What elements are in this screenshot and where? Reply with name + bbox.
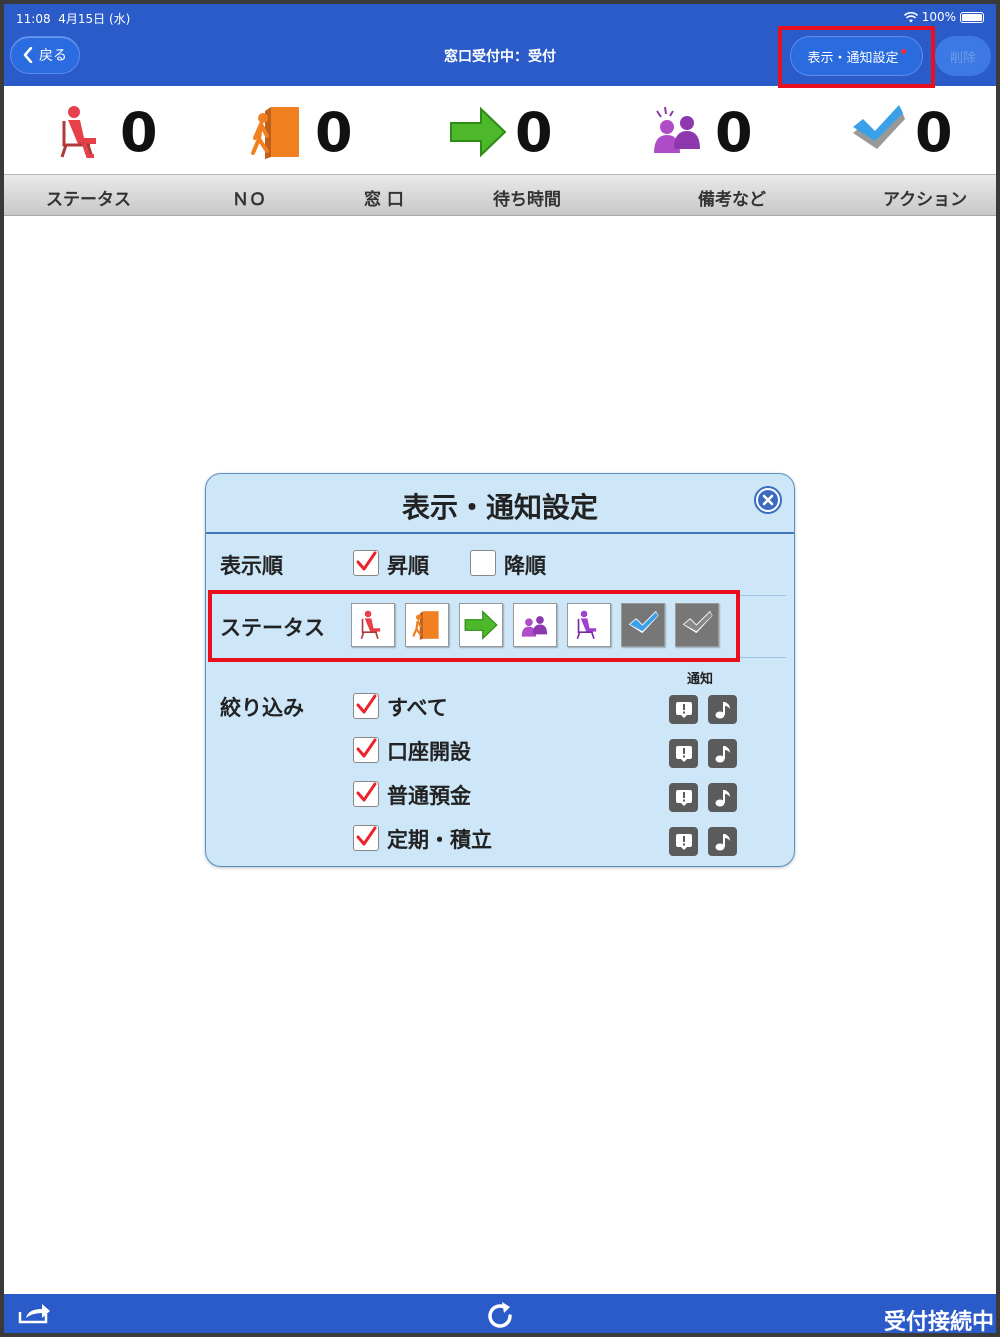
share-icon[interactable]	[18, 1302, 52, 1324]
exit-door-icon	[251, 107, 299, 159]
wifi-icon	[903, 11, 918, 22]
sound-notify-button[interactable]	[708, 783, 737, 812]
sound-notify-button[interactable]	[708, 695, 737, 724]
refresh-icon[interactable]	[482, 1298, 518, 1333]
column-status[interactable]: ステータス	[46, 185, 131, 210]
sort-order-label: 表示順	[220, 554, 283, 578]
counter-value: 0	[315, 100, 353, 164]
highlight-box-settings	[778, 26, 935, 88]
counter-waiting: 0	[54, 88, 158, 176]
exclamation-bubble-icon	[675, 701, 692, 718]
row-divider	[736, 595, 786, 596]
checkmark-icon	[356, 782, 377, 802]
filter-account-opening-checkbox[interactable]	[353, 737, 379, 763]
group-people-icon	[654, 106, 700, 153]
music-note-icon	[715, 745, 730, 762]
alert-notify-button[interactable]	[669, 695, 698, 724]
highlight-box-status	[208, 590, 740, 662]
sound-notify-button[interactable]	[708, 739, 737, 768]
column-number[interactable]: ＮＯ	[232, 185, 266, 210]
sort-descending-label: 降順	[504, 554, 546, 578]
sort-descending-checkbox[interactable]	[470, 550, 496, 576]
battery-icon	[960, 11, 984, 23]
music-note-icon	[715, 789, 730, 806]
music-note-icon	[715, 833, 730, 850]
checkmark-icon	[356, 738, 377, 758]
counter-value: 0	[915, 100, 953, 164]
app-screen: 11:08 4月15日 (水) 100% 戻る 窓口受付中：受付 表示・通知設定…	[4, 4, 996, 1333]
connection-status: 受付接続中	[883, 1310, 994, 1333]
alert-notify-button[interactable]	[669, 827, 698, 856]
counter-moved: 0	[449, 88, 553, 176]
counter-called: 0	[249, 88, 353, 176]
column-action[interactable]: アクション	[883, 185, 967, 210]
exclamation-bubble-icon	[675, 833, 692, 850]
sort-ascending-checkbox[interactable]	[353, 550, 379, 576]
filter-label: 絞り込み	[220, 696, 304, 720]
column-wait-time[interactable]: 待ち時間	[493, 185, 561, 210]
dialog-title: 表示・通知設定	[401, 491, 598, 524]
notification-column-label: 通知	[687, 672, 714, 687]
exclamation-bubble-icon	[675, 789, 692, 806]
alert-notify-button[interactable]	[669, 739, 698, 768]
filter-savings-label: 普通預金	[387, 784, 471, 808]
exclamation-bubble-icon	[675, 745, 692, 762]
close-icon	[758, 490, 778, 510]
filter-time-deposit-label: 定期・積立	[387, 828, 492, 852]
list-column-header: ステータス ＮＯ 窓 口 待ち時間 備考など アクション	[4, 174, 996, 216]
alert-notify-button[interactable]	[669, 783, 698, 812]
battery-percent: 100%	[921, 10, 956, 24]
status-bar-right: 100%	[903, 10, 984, 24]
music-note-icon	[715, 701, 730, 718]
close-button[interactable]	[754, 486, 782, 514]
counter-done: 0	[849, 88, 953, 176]
counter-group: 0	[649, 88, 753, 176]
column-notes[interactable]: 備考など	[698, 185, 766, 210]
checkmark-icon	[356, 826, 377, 846]
bottom-toolbar: 受付接続中	[4, 1294, 996, 1333]
display-notification-settings-dialog: 表示・通知設定 表示順 昇順 降順 ステータス 絞り込み 通知 すべて 口座開設…	[205, 473, 795, 867]
counter-value: 0	[515, 100, 553, 164]
status-bar-time: 11:08 4月15日 (水)	[16, 10, 130, 27]
filter-account-opening-label: 口座開設	[387, 740, 471, 764]
filter-time-deposit-checkbox[interactable]	[353, 825, 379, 851]
filter-savings-checkbox[interactable]	[353, 781, 379, 807]
column-window[interactable]: 窓 口	[364, 185, 404, 210]
delete-button-label: 削除	[949, 50, 976, 66]
checkmark-icon	[356, 694, 377, 714]
date-text: 4月15日 (水)	[58, 12, 131, 26]
counter-value: 0	[715, 100, 753, 164]
time-text: 11:08	[16, 12, 51, 26]
seated-person-icon	[60, 106, 96, 158]
sort-ascending-label: 昇順	[387, 554, 429, 578]
counter-value: 0	[120, 100, 158, 164]
row-divider	[736, 657, 786, 658]
checkmark-icon	[356, 551, 377, 571]
dialog-divider	[206, 532, 794, 534]
filter-all-checkbox[interactable]	[353, 693, 379, 719]
checkmark-icon	[853, 105, 905, 149]
filter-all-label: すべて	[387, 696, 448, 720]
green-arrow-icon	[450, 106, 507, 158]
delete-button[interactable]: 削除	[935, 36, 991, 76]
status-counters: 0 0 0 0 0	[4, 88, 996, 176]
sound-notify-button[interactable]	[708, 827, 737, 856]
